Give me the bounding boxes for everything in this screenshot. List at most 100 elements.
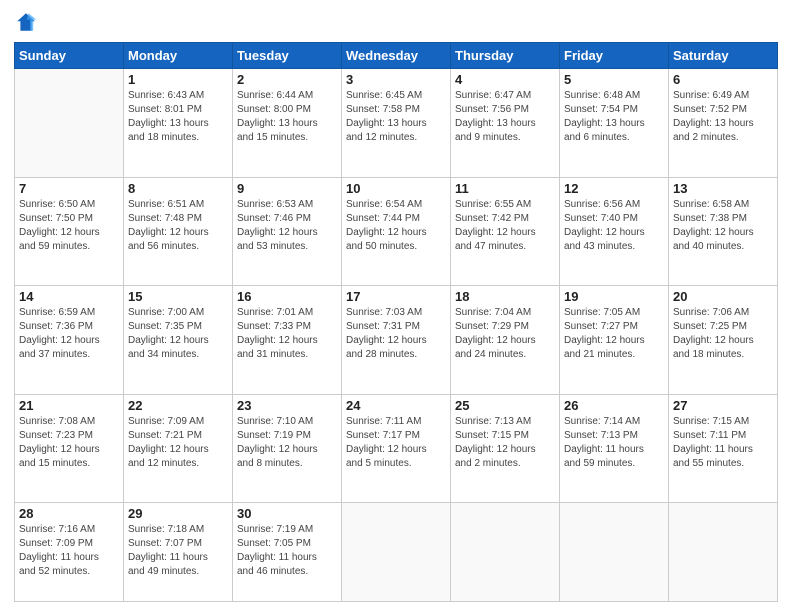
day-number: 14 [19,289,119,304]
weekday-header-sunday: Sunday [15,43,124,69]
day-number: 30 [237,506,337,521]
calendar-cell: 24 Sunrise: 7:11 AM Sunset: 7:17 PM Dayli… [342,394,451,503]
calendar-cell [342,503,451,602]
calendar-cell: 3 Sunrise: 6:45 AM Sunset: 7:58 PM Daylig… [342,69,451,178]
weekday-header-saturday: Saturday [669,43,778,69]
day-number: 2 [237,72,337,87]
day-number: 6 [673,72,773,87]
day-number: 3 [346,72,446,87]
calendar-cell: 14Sunrise: 6:59 AM Sunset: 7:36 PM Dayli… [15,286,124,395]
day-number: 28 [19,506,119,521]
day-info: Sunrise: 6:44 AM Sunset: 8:00 PM Dayligh… [237,89,337,145]
calendar-week-3: 14Sunrise: 6:59 AM Sunset: 7:36 PM Dayli… [15,286,778,395]
day-info: Sunrise: 7:04 AM Sunset: 7:29 PM Dayligh… [455,306,555,362]
day-info: Sunrise: 7:08 AM Sunset: 7:23 PM Dayligh… [19,415,119,471]
day-info: Sunrise: 7:19 AM Sunset: 7:05 PM Dayligh… [237,523,337,579]
weekday-header-thursday: Thursday [451,43,560,69]
calendar-cell: 17 Sunrise: 7:03 AM Sunset: 7:31 PM Dayli… [342,286,451,395]
day-info: Sunrise: 6:54 AM Sunset: 7:44 PM Dayligh… [346,198,446,254]
logo-icon [14,10,38,34]
weekday-header-row: SundayMondayTuesdayWednesdayThursdayFrid… [15,43,778,69]
calendar-cell [15,69,124,178]
day-info: Sunrise: 7:14 AM Sunset: 7:13 PM Dayligh… [564,415,664,471]
day-number: 22 [128,398,228,413]
day-number: 21 [19,398,119,413]
day-number: 9 [237,181,337,196]
day-info: Sunrise: 6:49 AM Sunset: 7:52 PM Dayligh… [673,89,773,145]
day-number: 29 [128,506,228,521]
day-number: 13 [673,181,773,196]
calendar-cell: 19Sunrise: 7:05 AM Sunset: 7:27 PM Dayli… [560,286,669,395]
day-info: Sunrise: 7:01 AM Sunset: 7:33 PM Dayligh… [237,306,337,362]
calendar-cell: 26 Sunrise: 7:14 AM Sunset: 7:13 PM Dayli… [560,394,669,503]
calendar-cell: 7 Sunrise: 6:50 AM Sunset: 7:50 PM Daylig… [15,177,124,286]
calendar-cell [669,503,778,602]
day-info: Sunrise: 7:06 AM Sunset: 7:25 PM Dayligh… [673,306,773,362]
weekday-header-monday: Monday [124,43,233,69]
calendar-week-4: 21 Sunrise: 7:08 AM Sunset: 7:23 PM Dayli… [15,394,778,503]
day-info: Sunrise: 6:45 AM Sunset: 7:58 PM Dayligh… [346,89,446,145]
header [14,10,778,34]
calendar-cell [451,503,560,602]
calendar-cell: 25 Sunrise: 7:13 AM Sunset: 7:15 PM Dayli… [451,394,560,503]
day-number: 15 [128,289,228,304]
calendar-cell: 1 Sunrise: 6:43 AM Sunset: 8:01 PM Daylig… [124,69,233,178]
day-info: Sunrise: 7:18 AM Sunset: 7:07 PM Dayligh… [128,523,228,579]
day-number: 23 [237,398,337,413]
day-info: Sunrise: 7:03 AM Sunset: 7:31 PM Dayligh… [346,306,446,362]
day-number: 24 [346,398,446,413]
calendar-cell: 21 Sunrise: 7:08 AM Sunset: 7:23 PM Dayli… [15,394,124,503]
calendar-cell: 10Sunrise: 6:54 AM Sunset: 7:44 PM Dayli… [342,177,451,286]
calendar-cell: 29 Sunrise: 7:18 AM Sunset: 7:07 PM Dayli… [124,503,233,602]
calendar-cell: 12 Sunrise: 6:56 AM Sunset: 7:40 PM Dayli… [560,177,669,286]
day-info: Sunrise: 6:55 AM Sunset: 7:42 PM Dayligh… [455,198,555,254]
day-number: 26 [564,398,664,413]
calendar-week-1: 1 Sunrise: 6:43 AM Sunset: 8:01 PM Daylig… [15,69,778,178]
day-number: 16 [237,289,337,304]
day-info: Sunrise: 6:48 AM Sunset: 7:54 PM Dayligh… [564,89,664,145]
day-number: 12 [564,181,664,196]
calendar-cell: 11 Sunrise: 6:55 AM Sunset: 7:42 PM Dayli… [451,177,560,286]
calendar-cell: 2 Sunrise: 6:44 AM Sunset: 8:00 PM Daylig… [233,69,342,178]
calendar-cell: 6 Sunrise: 6:49 AM Sunset: 7:52 PM Daylig… [669,69,778,178]
calendar-cell: 15Sunrise: 7:00 AM Sunset: 7:35 PM Dayli… [124,286,233,395]
day-number: 7 [19,181,119,196]
calendar-cell: 18Sunrise: 7:04 AM Sunset: 7:29 PM Dayli… [451,286,560,395]
day-info: Sunrise: 7:13 AM Sunset: 7:15 PM Dayligh… [455,415,555,471]
day-number: 19 [564,289,664,304]
calendar-cell: 28Sunrise: 7:16 AM Sunset: 7:09 PM Dayli… [15,503,124,602]
day-info: Sunrise: 6:53 AM Sunset: 7:46 PM Dayligh… [237,198,337,254]
day-number: 27 [673,398,773,413]
calendar-cell: 5 Sunrise: 6:48 AM Sunset: 7:54 PM Daylig… [560,69,669,178]
calendar-cell: 16 Sunrise: 7:01 AM Sunset: 7:33 PM Dayli… [233,286,342,395]
day-number: 25 [455,398,555,413]
weekday-header-wednesday: Wednesday [342,43,451,69]
calendar-week-2: 7 Sunrise: 6:50 AM Sunset: 7:50 PM Daylig… [15,177,778,286]
calendar-cell: 13 Sunrise: 6:58 AM Sunset: 7:38 PM Dayli… [669,177,778,286]
day-number: 11 [455,181,555,196]
day-number: 17 [346,289,446,304]
day-info: Sunrise: 7:11 AM Sunset: 7:17 PM Dayligh… [346,415,446,471]
day-info: Sunrise: 6:58 AM Sunset: 7:38 PM Dayligh… [673,198,773,254]
day-number: 5 [564,72,664,87]
day-info: Sunrise: 6:50 AM Sunset: 7:50 PM Dayligh… [19,198,119,254]
page: SundayMondayTuesdayWednesdayThursdayFrid… [0,0,792,612]
calendar-table: SundayMondayTuesdayWednesdayThursdayFrid… [14,42,778,602]
day-info: Sunrise: 6:43 AM Sunset: 8:01 PM Dayligh… [128,89,228,145]
day-info: Sunrise: 7:15 AM Sunset: 7:11 PM Dayligh… [673,415,773,471]
calendar-cell: 4Sunrise: 6:47 AM Sunset: 7:56 PM Daylig… [451,69,560,178]
day-number: 8 [128,181,228,196]
calendar-cell [560,503,669,602]
calendar-cell: 9 Sunrise: 6:53 AM Sunset: 7:46 PM Daylig… [233,177,342,286]
calendar-cell: 8 Sunrise: 6:51 AM Sunset: 7:48 PM Daylig… [124,177,233,286]
day-info: Sunrise: 6:51 AM Sunset: 7:48 PM Dayligh… [128,198,228,254]
day-info: Sunrise: 6:56 AM Sunset: 7:40 PM Dayligh… [564,198,664,254]
day-number: 4 [455,72,555,87]
calendar-cell: 23 Sunrise: 7:10 AM Sunset: 7:19 PM Dayli… [233,394,342,503]
day-info: Sunrise: 7:10 AM Sunset: 7:19 PM Dayligh… [237,415,337,471]
calendar-cell: 27 Sunrise: 7:15 AM Sunset: 7:11 PM Dayli… [669,394,778,503]
day-number: 1 [128,72,228,87]
calendar-cell: 22Sunrise: 7:09 AM Sunset: 7:21 PM Dayli… [124,394,233,503]
calendar-week-5: 28Sunrise: 7:16 AM Sunset: 7:09 PM Dayli… [15,503,778,602]
day-number: 20 [673,289,773,304]
